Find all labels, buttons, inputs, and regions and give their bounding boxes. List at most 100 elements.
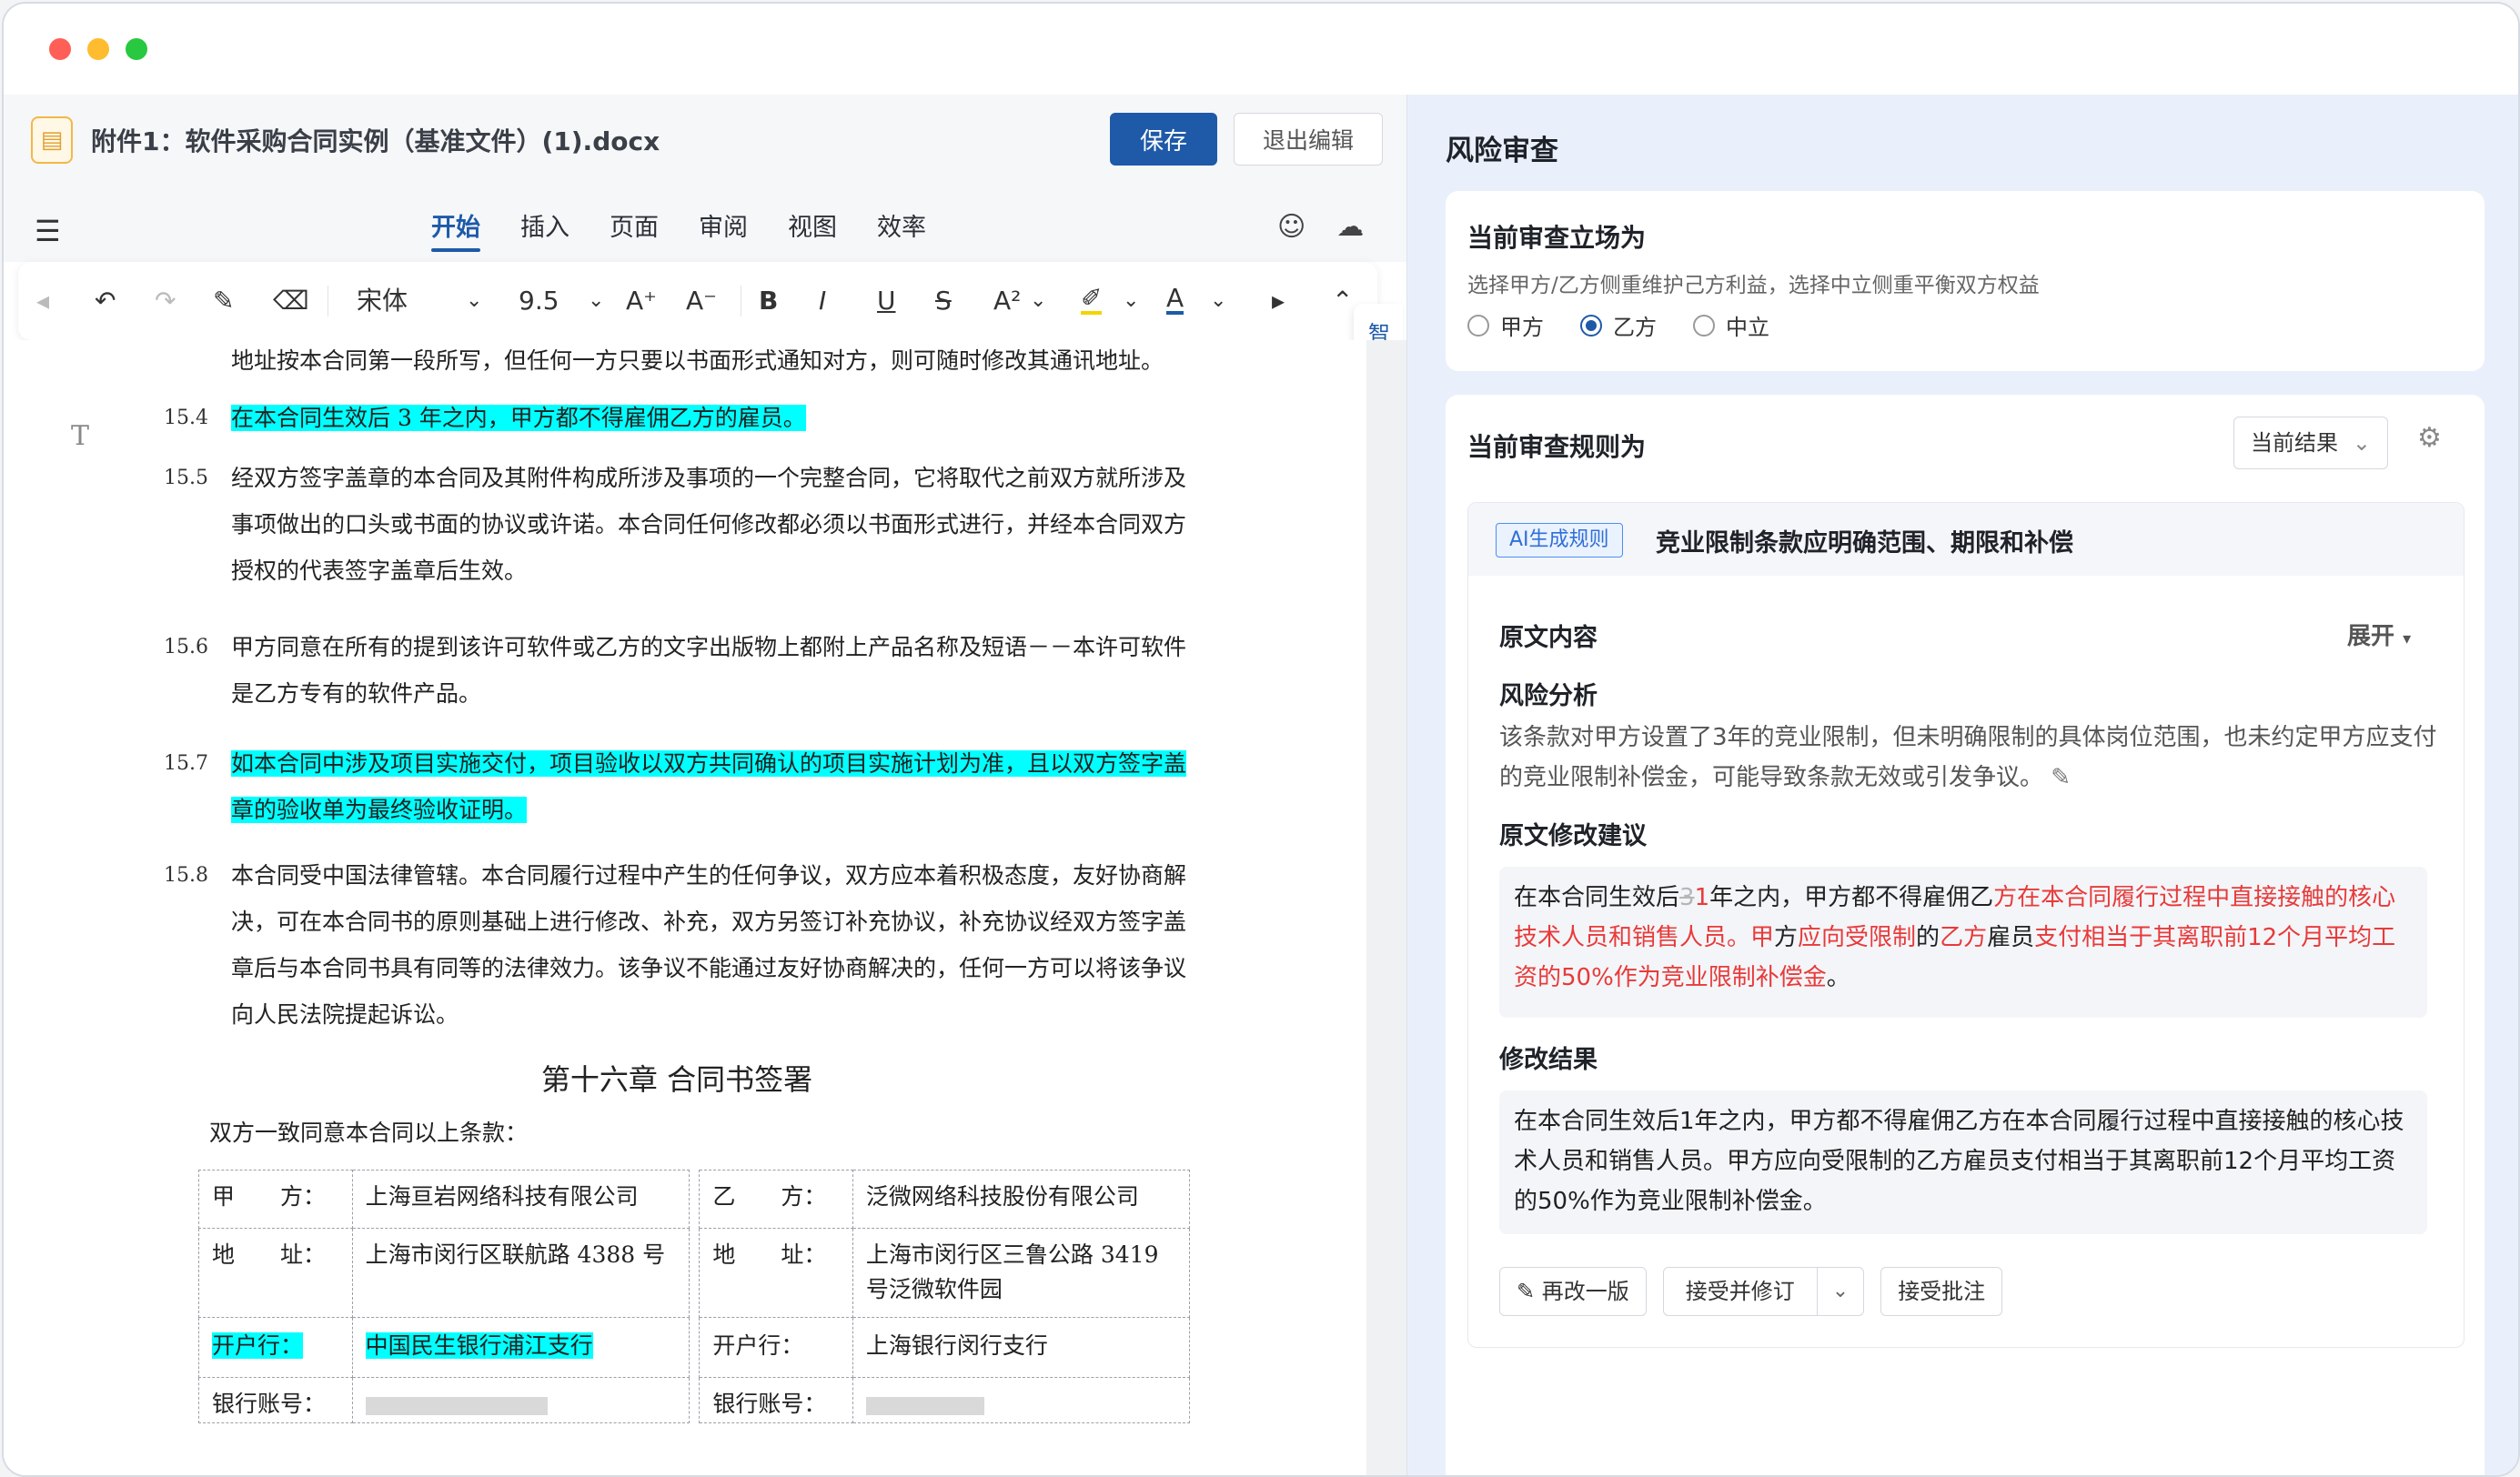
chevron-down-icon[interactable]: ⌄ (1210, 286, 1226, 316)
clause-number: 15.8 (164, 864, 208, 887)
clause-text: 经双方签字盖章的本合同及其附件构成所涉及事项的一个完整合同，它将取代之前双方就所… (231, 465, 1187, 584)
increase-font-icon[interactable]: A⁺ (626, 286, 657, 316)
chevron-down-icon[interactable]: ⌄ (588, 286, 604, 316)
chevron-down-icon[interactable]: ⌄ (1030, 286, 1046, 316)
chevron-down-icon[interactable]: ⌄ (1123, 286, 1139, 316)
underline-icon[interactable]: U (877, 286, 896, 316)
edit-icon: ✎ (1517, 1279, 1536, 1304)
close-window-button[interactable] (49, 38, 71, 60)
stance-description: 选择甲方/乙方侧重维护己方利益，选择中立侧重平衡双方权益 (1467, 274, 2040, 297)
clear-format-icon[interactable]: ⌫ (273, 286, 309, 316)
edit-pencil-icon[interactable]: ✎ (2051, 764, 2071, 791)
account-label: 银行账号： (198, 1377, 353, 1423)
risk-review-panel: 风险审查 当前审查立场为 选择甲方/乙方侧重维护己方利益，选择中立侧重平衡双方权… (1406, 95, 2518, 1475)
highlight-color-icon[interactable]: ✐ (1081, 286, 1103, 315)
unchanged-text: 方 (1774, 924, 1799, 951)
inserted-text: 乙方 (1940, 924, 1988, 951)
tab-view[interactable]: 视图 (788, 207, 837, 252)
font-name-select[interactable]: 宋体 (357, 286, 408, 316)
title-bar (4, 4, 2518, 95)
rule-item: AI生成规则 竞业限制条款应明确范围、期限和补偿 原文内容 展开 ▾ 风险分析 … (1467, 502, 2465, 1348)
unchanged-text: 雇员 (1987, 924, 2035, 951)
deleted-text: 3 (1679, 884, 1695, 911)
bank-b-value: 上海银行闵行支行 (852, 1317, 1191, 1378)
address-b-value: 上海市闵行区三鲁公路 3419 号泛微软件园 (852, 1228, 1191, 1318)
assistant-avatar-icon[interactable]: ☺ (1277, 211, 1305, 243)
accept-revise-button[interactable]: 接受并修订 (1664, 1268, 1818, 1315)
radio-circle[interactable] (1467, 314, 1489, 337)
result-box: 在本合同生效后1年之内，甲方都不得雇佣乙方在本合同履行过程中直接接触的核心技术人… (1499, 1090, 2427, 1234)
redo-icon[interactable]: ↷ (155, 286, 176, 316)
table-gap (688, 1317, 701, 1378)
party-b-label: 乙 方： (699, 1170, 853, 1229)
radio-party-b[interactable]: 乙方 (1580, 309, 1657, 341)
clause-text: 在本合同生效后 3 年之内，甲方都不得雇佣乙方的雇员。 (231, 405, 806, 431)
minimize-window-button[interactable] (87, 38, 109, 60)
undo-icon[interactable]: ↶ (95, 286, 116, 316)
masked-account-a (365, 1396, 548, 1415)
format-painter-icon[interactable]: ✎ (213, 286, 234, 316)
scroll-left-icon[interactable]: ◂ (36, 286, 49, 316)
cloud-saved-icon[interactable]: ☁ (1336, 211, 1364, 243)
collapse-toolbar-icon[interactable]: ⌃ (1332, 286, 1353, 316)
tab-efficiency[interactable]: 效率 (877, 207, 926, 252)
result-select-value: 当前结果 (2251, 430, 2338, 456)
suggestion-box: 在本合同生效后31年之内，甲方都不得雇佣乙方在本合同履行过程中直接接触的核心技术… (1499, 867, 2427, 1018)
tab-review[interactable]: 审阅 (699, 207, 748, 252)
action-buttons: ✎ 再改一版 接受并修订 ⌄ 接受批注 (1499, 1267, 2003, 1316)
stance-title: 当前审查立场为 (1467, 223, 1647, 253)
decrease-font-icon[interactable]: A⁻ (686, 286, 717, 316)
chevron-down-icon[interactable]: ⌄ (466, 286, 482, 316)
risk-analysis-content: 该条款对甲方设置了3年的竞业限制，但未明确限制的具体岗位范围，也未约定甲方应支付… (1499, 724, 2437, 791)
strikethrough-icon[interactable]: S (935, 286, 952, 316)
clause-number: 15.6 (164, 636, 208, 658)
expand-toggle[interactable]: 展开 ▾ (2347, 618, 2411, 651)
bank-label: 开户行： (699, 1317, 853, 1378)
font-color-icon[interactable]: A (1166, 286, 1184, 315)
radio-party-a[interactable]: 甲方 (1467, 309, 1544, 341)
bold-icon[interactable]: B (759, 286, 778, 316)
document-canvas[interactable]: T 地址按本合同第一段所写，但任何一方只要以书面形式通知对方，则可随时修改其通讯… (4, 340, 1366, 1468)
table-row: 银行账号： 银行账号： (198, 1377, 1191, 1423)
document-scrollbar[interactable] (1366, 340, 1406, 1475)
file-name: 附件1：软件采购合同实例（基准文件）(1).docx (91, 126, 660, 156)
agreement-text: 双方一致同意本合同以上条款： (209, 1120, 529, 1146)
table-row: 甲 方： 上海亘岩网络科技有限公司 乙 方： 泛微网络科技股份有限公司 (198, 1170, 1191, 1229)
exit-edit-button[interactable]: 退出编辑 (1234, 113, 1383, 166)
original-content-label: 原文内容 (1499, 624, 1598, 652)
save-button[interactable]: 保存 (1110, 113, 1217, 166)
party-a-value: 上海亘岩网络科技有限公司 (351, 1170, 690, 1229)
table-gap (688, 1228, 701, 1318)
tab-page[interactable]: 页面 (610, 207, 659, 252)
font-size-select[interactable]: 9.5 (519, 286, 559, 316)
address-label: 地 址： (699, 1228, 853, 1318)
text-cursor-icon: T (71, 420, 90, 452)
ai-rule-badge: AI生成规则 (1496, 523, 1623, 558)
hamburger-menu-icon[interactable]: ☰ (35, 216, 61, 246)
tab-start[interactable]: 开始 (431, 207, 480, 252)
stance-radio-group: 甲方 乙方 中立 (1467, 309, 1769, 341)
radio-circle-selected[interactable] (1580, 314, 1602, 337)
document-file-icon: ▤ (31, 116, 73, 164)
gear-icon[interactable]: ⚙ (2417, 422, 2442, 454)
chevron-down-icon[interactable]: ⌄ (1818, 1268, 1863, 1315)
clause-text: 甲方同意在所有的提到该许可软件或乙方的文字出版物上都附上产品名称及短语－－本许可… (231, 634, 1187, 707)
tab-insert[interactable]: 插入 (520, 207, 570, 252)
radio-neutral[interactable]: 中立 (1693, 309, 1769, 341)
risk-analysis-text: 该条款对甲方设置了3年的竞业限制，但未明确限制的具体岗位范围，也未约定甲方应支付… (1499, 718, 2445, 798)
radio-circle[interactable] (1693, 314, 1715, 337)
accept-comment-button[interactable]: 接受批注 (1880, 1267, 2003, 1316)
rules-title: 当前审查规则为 (1467, 432, 1647, 462)
rewrite-button[interactable]: ✎ 再改一版 (1499, 1267, 1647, 1316)
masked-account-b (865, 1396, 984, 1415)
scroll-right-icon[interactable]: ▸ (1272, 286, 1285, 316)
signature-table: 甲 方： 上海亘岩网络科技有限公司 乙 方： 泛微网络科技股份有限公司 地 址：… (198, 1170, 1191, 1423)
result-select[interactable]: 当前结果 ⌄ (2233, 417, 2388, 469)
maximize-window-button[interactable] (126, 38, 147, 60)
address-a-value: 上海市闵行区联航路 4388 号 (351, 1228, 690, 1318)
italic-icon[interactable]: I (819, 286, 826, 316)
address-label: 地 址： (198, 1228, 353, 1318)
accept-revise-split-button: 接受并修订 ⌄ (1662, 1267, 1865, 1316)
superscript-icon[interactable]: A² (993, 286, 1021, 316)
clause-15-4: 15.4 在本合同生效后 3 年之内，甲方都不得雇佣乙方的雇员。 (164, 395, 1188, 441)
